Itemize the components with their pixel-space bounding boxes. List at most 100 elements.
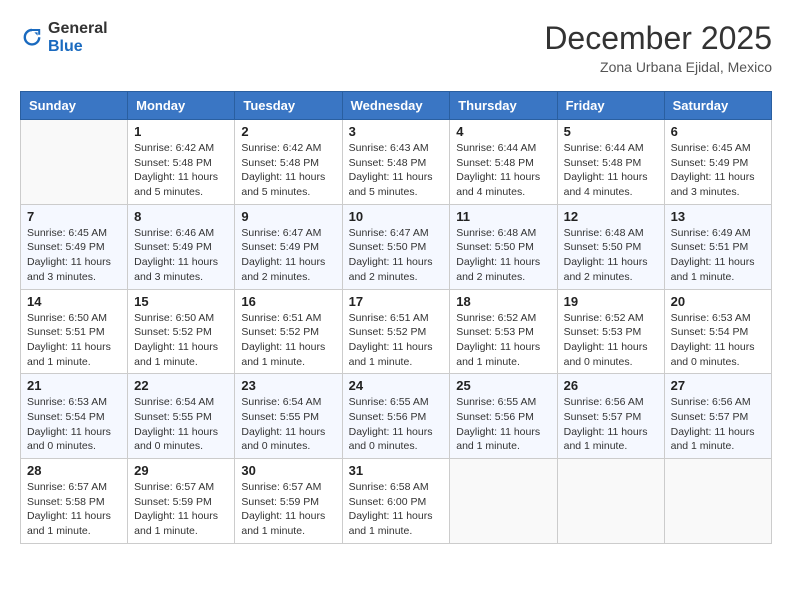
calendar-week-row: 28Sunrise: 6:57 AM Sunset: 5:58 PM Dayli… — [21, 459, 772, 544]
day-number: 10 — [349, 209, 444, 224]
day-number: 11 — [456, 209, 550, 224]
day-info: Sunrise: 6:56 AM Sunset: 5:57 PM Dayligh… — [671, 395, 765, 454]
weekday-header: Wednesday — [342, 92, 450, 120]
calendar-cell: 8 Sunrise: 6:46 AM Sunset: 5:49 PM Daylig… — [128, 204, 235, 289]
calendar-week-row: 14Sunrise: 6:50 AM Sunset: 5:51 PM Dayli… — [21, 289, 772, 374]
day-number: 29 — [134, 463, 228, 478]
day-number: 27 — [671, 378, 765, 393]
day-info: Sunrise: 6:42 AM Sunset: 5:48 PM Dayligh… — [134, 141, 228, 200]
calendar-cell: 18 Sunrise: 6:52 AM Sunset: 5:53 PM Dayli… — [450, 289, 557, 374]
day-info: Sunrise: 6:57 AM Sunset: 5:59 PM Dayligh… — [134, 480, 228, 539]
day-info: Sunrise: 6:51 AM Sunset: 5:52 PM Dayligh… — [349, 311, 444, 370]
logo-text: General Blue — [48, 20, 108, 55]
title-block: December 2025 Zona Urbana Ejidal, Mexico — [544, 20, 772, 75]
day-info: Sunrise: 6:52 AM Sunset: 5:53 PM Dayligh… — [564, 311, 658, 370]
calendar-cell: 22 Sunrise: 6:54 AM Sunset: 5:55 PM Dayli… — [128, 374, 235, 459]
day-info: Sunrise: 6:55 AM Sunset: 5:56 PM Dayligh… — [456, 395, 550, 454]
day-number: 25 — [456, 378, 550, 393]
day-number: 3 — [349, 124, 444, 139]
calendar-cell: 29 Sunrise: 6:57 AM Sunset: 5:59 PM Dayli… — [128, 459, 235, 544]
day-info: Sunrise: 6:51 AM Sunset: 5:52 PM Dayligh… — [241, 311, 335, 370]
calendar-cell: 25 Sunrise: 6:55 AM Sunset: 5:56 PM Dayli… — [450, 374, 557, 459]
day-number: 24 — [349, 378, 444, 393]
location: Zona Urbana Ejidal, Mexico — [544, 59, 772, 75]
calendar-cell — [21, 120, 128, 205]
calendar-cell: 17 Sunrise: 6:51 AM Sunset: 5:52 PM Dayli… — [342, 289, 450, 374]
day-number: 18 — [456, 294, 550, 309]
day-info: Sunrise: 6:53 AM Sunset: 5:54 PM Dayligh… — [27, 395, 121, 454]
day-info: Sunrise: 6:53 AM Sunset: 5:54 PM Dayligh… — [671, 311, 765, 370]
day-number: 19 — [564, 294, 658, 309]
day-number: 22 — [134, 378, 228, 393]
day-number: 8 — [134, 209, 228, 224]
day-number: 13 — [671, 209, 765, 224]
day-number: 23 — [241, 378, 335, 393]
calendar-cell: 24 Sunrise: 6:55 AM Sunset: 5:56 PM Dayli… — [342, 374, 450, 459]
day-number: 31 — [349, 463, 444, 478]
day-info: Sunrise: 6:52 AM Sunset: 5:53 PM Dayligh… — [456, 311, 550, 370]
calendar-cell: 23Sunrise: 6:54 AM Sunset: 5:55 PM Dayli… — [235, 374, 342, 459]
calendar-cell: 31 Sunrise: 6:58 AM Sunset: 6:00 PM Dayli… — [342, 459, 450, 544]
day-info: Sunrise: 6:49 AM Sunset: 5:51 PM Dayligh… — [671, 226, 765, 285]
day-info: Sunrise: 6:48 AM Sunset: 5:50 PM Dayligh… — [456, 226, 550, 285]
day-number: 5 — [564, 124, 658, 139]
weekday-header: Thursday — [450, 92, 557, 120]
calendar-cell: 13 Sunrise: 6:49 AM Sunset: 5:51 PM Dayli… — [664, 204, 771, 289]
day-number: 28 — [27, 463, 121, 478]
day-number: 12 — [564, 209, 658, 224]
calendar-cell: 10 Sunrise: 6:47 AM Sunset: 5:50 PM Dayli… — [342, 204, 450, 289]
calendar-cell: 9Sunrise: 6:47 AM Sunset: 5:49 PM Daylig… — [235, 204, 342, 289]
calendar-cell: 20 Sunrise: 6:53 AM Sunset: 5:54 PM Dayli… — [664, 289, 771, 374]
weekday-header: Saturday — [664, 92, 771, 120]
day-info: Sunrise: 6:56 AM Sunset: 5:57 PM Dayligh… — [564, 395, 658, 454]
day-info: Sunrise: 6:44 AM Sunset: 5:48 PM Dayligh… — [564, 141, 658, 200]
calendar-cell: 16 Sunrise: 6:51 AM Sunset: 5:52 PM Dayli… — [235, 289, 342, 374]
calendar-cell: 19 Sunrise: 6:52 AM Sunset: 5:53 PM Dayli… — [557, 289, 664, 374]
day-number: 16 — [241, 294, 335, 309]
weekday-header: Monday — [128, 92, 235, 120]
calendar-week-row: 21Sunrise: 6:53 AM Sunset: 5:54 PM Dayli… — [21, 374, 772, 459]
logo-general: General — [48, 20, 108, 38]
logo: General Blue — [20, 20, 108, 55]
day-info: Sunrise: 6:50 AM Sunset: 5:51 PM Dayligh… — [27, 311, 121, 370]
calendar-cell: 26 Sunrise: 6:56 AM Sunset: 5:57 PM Dayli… — [557, 374, 664, 459]
day-info: Sunrise: 6:46 AM Sunset: 5:49 PM Dayligh… — [134, 226, 228, 285]
calendar-cell: 4Sunrise: 6:44 AM Sunset: 5:48 PM Daylig… — [450, 120, 557, 205]
day-info: Sunrise: 6:54 AM Sunset: 5:55 PM Dayligh… — [134, 395, 228, 454]
calendar-week-row: 7Sunrise: 6:45 AM Sunset: 5:49 PM Daylig… — [21, 204, 772, 289]
calendar-cell — [664, 459, 771, 544]
logo-blue: Blue — [48, 38, 108, 56]
day-info: Sunrise: 6:47 AM Sunset: 5:49 PM Dayligh… — [241, 226, 335, 285]
month-title: December 2025 — [544, 20, 772, 57]
calendar-cell: 30 Sunrise: 6:57 AM Sunset: 5:59 PM Dayli… — [235, 459, 342, 544]
day-info: Sunrise: 6:45 AM Sunset: 5:49 PM Dayligh… — [671, 141, 765, 200]
day-info: Sunrise: 6:43 AM Sunset: 5:48 PM Dayligh… — [349, 141, 444, 200]
page-header: General Blue December 2025 Zona Urbana E… — [20, 20, 772, 75]
calendar-cell — [557, 459, 664, 544]
calendar-cell: 2Sunrise: 6:42 AM Sunset: 5:48 PM Daylig… — [235, 120, 342, 205]
day-info: Sunrise: 6:50 AM Sunset: 5:52 PM Dayligh… — [134, 311, 228, 370]
calendar-cell: 1Sunrise: 6:42 AM Sunset: 5:48 PM Daylig… — [128, 120, 235, 205]
day-info: Sunrise: 6:55 AM Sunset: 5:56 PM Dayligh… — [349, 395, 444, 454]
calendar-cell: 27 Sunrise: 6:56 AM Sunset: 5:57 PM Dayli… — [664, 374, 771, 459]
weekday-header: Sunday — [21, 92, 128, 120]
calendar-cell: 15 Sunrise: 6:50 AM Sunset: 5:52 PM Dayli… — [128, 289, 235, 374]
day-number: 6 — [671, 124, 765, 139]
calendar-cell: 12Sunrise: 6:48 AM Sunset: 5:50 PM Dayli… — [557, 204, 664, 289]
calendar-cell: 14Sunrise: 6:50 AM Sunset: 5:51 PM Dayli… — [21, 289, 128, 374]
day-number: 4 — [456, 124, 550, 139]
calendar-cell: 21Sunrise: 6:53 AM Sunset: 5:54 PM Dayli… — [21, 374, 128, 459]
calendar-cell: 3 Sunrise: 6:43 AM Sunset: 5:48 PM Daylig… — [342, 120, 450, 205]
day-number: 26 — [564, 378, 658, 393]
day-number: 15 — [134, 294, 228, 309]
day-number: 30 — [241, 463, 335, 478]
calendar-cell: 5 Sunrise: 6:44 AM Sunset: 5:48 PM Daylig… — [557, 120, 664, 205]
calendar-cell: 7Sunrise: 6:45 AM Sunset: 5:49 PM Daylig… — [21, 204, 128, 289]
day-number: 17 — [349, 294, 444, 309]
calendar-cell: 28Sunrise: 6:57 AM Sunset: 5:58 PM Dayli… — [21, 459, 128, 544]
day-number: 2 — [241, 124, 335, 139]
day-info: Sunrise: 6:57 AM Sunset: 5:59 PM Dayligh… — [241, 480, 335, 539]
day-number: 20 — [671, 294, 765, 309]
day-info: Sunrise: 6:47 AM Sunset: 5:50 PM Dayligh… — [349, 226, 444, 285]
day-info: Sunrise: 6:58 AM Sunset: 6:00 PM Dayligh… — [349, 480, 444, 539]
